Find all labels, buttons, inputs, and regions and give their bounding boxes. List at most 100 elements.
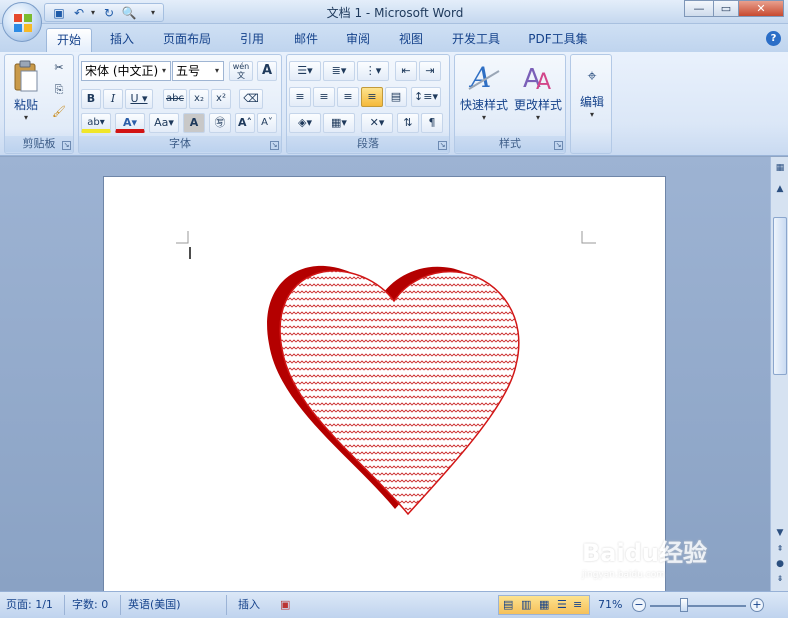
web-layout-view-icon[interactable]: ▦ <box>539 596 549 614</box>
font-size-combo[interactable]: 五号 ▾ <box>172 61 224 81</box>
scroll-thumb[interactable] <box>773 217 787 375</box>
chevron-down-icon: ▾ <box>214 66 219 75</box>
scroll-up-icon[interactable]: ▲ <box>774 183 786 195</box>
tab-insert[interactable]: 插入 <box>104 28 140 52</box>
insert-mode-status[interactable]: 插入 <box>238 596 260 614</box>
window-title: 文档 1 - Microsoft Word <box>326 6 464 20</box>
help-icon[interactable]: ? <box>766 31 781 46</box>
previous-page-icon[interactable]: ⇞ <box>774 543 786 555</box>
page-count-status[interactable]: 页面: 1/1 <box>6 596 53 614</box>
show-marks-icon[interactable]: ¶ <box>421 113 443 133</box>
sort-icon[interactable]: ⇅ <box>397 113 419 133</box>
clear-format-icon[interactable]: ⌫ <box>239 89 263 109</box>
underline-button[interactable]: U ▾ <box>125 89 153 109</box>
font-name-combo[interactable]: 宋体 (中文正) ▾ <box>81 61 171 81</box>
editing-button[interactable]: ⌖ 编辑 ▾ <box>573 59 611 149</box>
save-icon[interactable]: ▣ <box>51 6 67 20</box>
line-spacing-button[interactable]: ↕≡▾ <box>411 87 441 107</box>
clipboard-launcher-icon[interactable]: ↘ <box>62 141 71 150</box>
paragraph-launcher-icon[interactable]: ↘ <box>438 141 447 150</box>
clipboard-group: 粘贴 ▾ ✂ ⎘ 🖌 剪贴板 ↘ <box>4 54 74 154</box>
zoom-slider-track[interactable] <box>650 605 746 607</box>
reading-view-icon[interactable]: ▥ <box>521 596 531 614</box>
italic-button[interactable]: I <box>103 89 123 109</box>
tab-mailings[interactable]: 邮件 <box>288 28 324 52</box>
chinese-layout-button[interactable]: ✕▾ <box>361 113 393 133</box>
tab-review[interactable]: 审阅 <box>340 28 376 52</box>
align-center-icon[interactable]: ≡ <box>313 87 335 107</box>
grow-font-button[interactable]: A˄ <box>235 113 255 133</box>
strikethrough-button[interactable]: abc <box>163 89 187 109</box>
vertical-scrollbar[interactable]: ▦ ▲ ▼ ⇞ ● ⇟ <box>770 157 788 591</box>
close-button[interactable]: ✕ <box>738 0 784 17</box>
zoom-level[interactable]: 71% <box>598 596 622 614</box>
next-page-icon[interactable]: ⇟ <box>774 573 786 585</box>
macro-record-icon[interactable]: ▣ <box>280 596 290 614</box>
zoom-in-icon[interactable]: + <box>750 598 764 612</box>
justify-icon[interactable]: ≡ <box>361 87 383 107</box>
decrease-indent-icon[interactable]: ⇤ <box>395 61 417 81</box>
bullets-button[interactable]: ☰▾ <box>289 61 321 81</box>
copy-icon[interactable]: ⎘ <box>49 81 69 101</box>
numbering-button[interactable]: ≣▾ <box>323 61 355 81</box>
shading-button[interactable]: ◈▾ <box>289 113 321 133</box>
tab-references[interactable]: 引用 <box>234 28 270 52</box>
status-divider <box>226 595 227 615</box>
change-styles-button[interactable]: A A 更改样式 ▾ <box>511 59 565 129</box>
font-color-button[interactable]: A▾ <box>115 113 145 133</box>
tab-page-layout[interactable]: 页面布局 <box>158 28 216 52</box>
binoculars-icon: ⌖ <box>587 66 597 85</box>
chevron-down-icon: ▾ <box>589 110 594 119</box>
highlight-button[interactable]: ab▾ <box>81 113 111 133</box>
scroll-down-icon[interactable]: ▼ <box>774 527 786 539</box>
change-case-button[interactable]: Aa▾ <box>149 113 179 133</box>
word-count-status[interactable]: 字数: 0 <box>72 596 108 614</box>
browse-object-icon[interactable]: ● <box>774 558 786 570</box>
cut-icon[interactable]: ✂ <box>49 59 69 79</box>
tab-developer[interactable]: 开发工具 <box>447 28 505 52</box>
superscript-button[interactable]: x² <box>211 89 231 109</box>
font-launcher-icon[interactable]: ↘ <box>270 141 279 150</box>
increase-indent-icon[interactable]: ⇥ <box>419 61 441 81</box>
align-left-icon[interactable]: ≡ <box>289 87 311 107</box>
ruler-toggle-icon[interactable]: ▦ <box>774 162 786 174</box>
language-status[interactable]: 英语(美国) <box>128 596 181 614</box>
font-size-value: 五号 <box>176 64 201 78</box>
minimize-button[interactable]: — <box>684 0 714 17</box>
heart-shape[interactable] <box>267 265 520 516</box>
styles-launcher-icon[interactable]: ↘ <box>554 141 563 150</box>
customize-qat-icon[interactable]: ▾ <box>145 6 161 20</box>
margin-mark-top-left <box>176 231 189 244</box>
office-logo-icon <box>14 14 32 32</box>
paste-button[interactable]: 粘贴 ▾ <box>9 59 43 129</box>
shrink-font-button[interactable]: A˅ <box>257 113 277 133</box>
enclose-char-icon[interactable]: ㊢ <box>209 113 231 133</box>
align-right-icon[interactable]: ≡ <box>337 87 359 107</box>
tab-home[interactable]: 开始 <box>46 28 92 52</box>
char-border-button[interactable]: A <box>257 61 277 81</box>
print-layout-view-icon[interactable]: ▤ <box>503 596 513 614</box>
redo-icon[interactable]: ↻ <box>101 6 117 20</box>
quick-styles-button[interactable]: A 快速样式 ▾ <box>457 59 511 129</box>
multilevel-list-button[interactable]: ⋮▾ <box>357 61 389 81</box>
undo-dropdown-icon[interactable]: ▾ <box>85 6 101 20</box>
format-painter-icon[interactable]: 🖌 <box>49 103 69 123</box>
distributed-icon[interactable]: ▤ <box>385 87 407 107</box>
draft-view-icon[interactable]: ≡ <box>573 596 582 614</box>
bold-button[interactable]: B <box>81 89 101 109</box>
phonetic-guide-button[interactable]: wén 文 <box>229 61 253 81</box>
borders-button[interactable]: ▦▾ <box>323 113 355 133</box>
tab-view[interactable]: 视图 <box>393 28 429 52</box>
outline-view-icon[interactable]: ☰ <box>557 596 567 614</box>
styles-group: A 快速样式 ▾ A A 更改样式 ▾ 样式 ↘ <box>454 54 566 154</box>
watermark-url: jingyan.baidu.com <box>582 570 666 580</box>
char-shading-button[interactable]: A <box>183 113 205 133</box>
maximize-button[interactable]: ▭ <box>713 0 739 17</box>
change-styles-icon: A A <box>523 64 551 95</box>
zoom-out-icon[interactable]: − <box>632 598 646 612</box>
tab-pdf-tools[interactable]: PDF工具集 <box>523 28 593 52</box>
office-button[interactable] <box>2 2 42 42</box>
print-preview-icon[interactable]: 🔍 <box>121 6 137 20</box>
zoom-slider-thumb[interactable] <box>680 598 688 612</box>
subscript-button[interactable]: x₂ <box>189 89 209 109</box>
